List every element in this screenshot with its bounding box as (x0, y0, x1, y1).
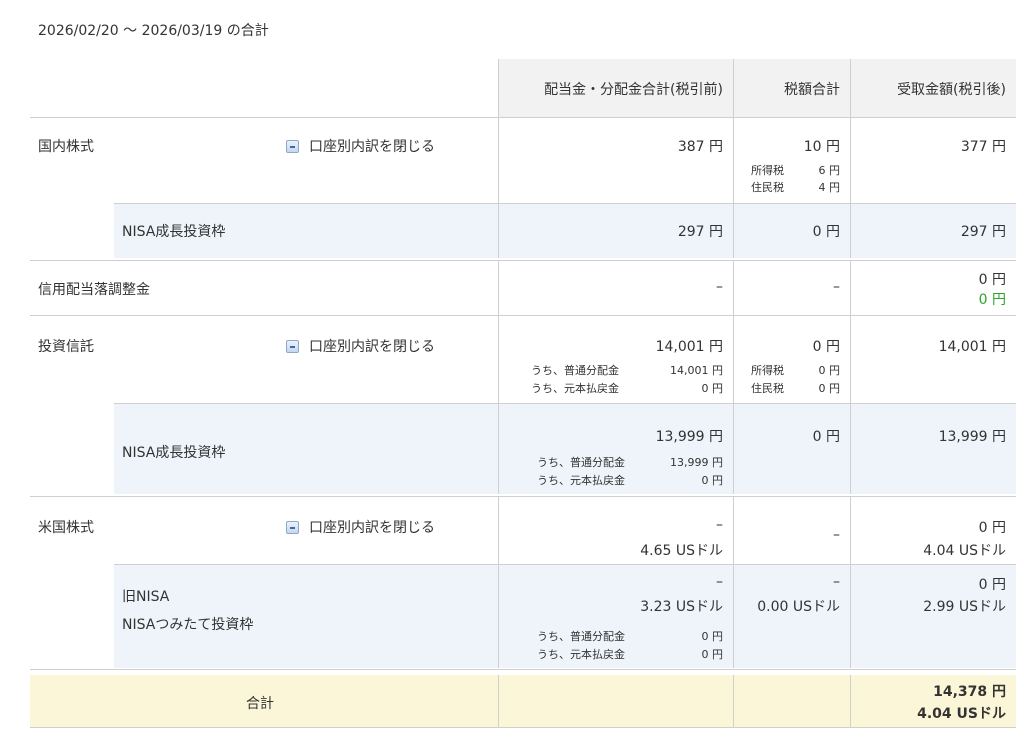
collapse-icon (286, 520, 299, 534)
fund-tax-income: 0 円 (818, 364, 841, 377)
us-tax: – (833, 527, 840, 543)
row-domestic-nisa: NISA成長投資枠 297 円 0 円 297 円 (30, 203, 1016, 258)
fund-ordinary-label: うち、普通分配金 (531, 364, 619, 377)
header-dividend-label: 配当金・分配金合計(税引前) (544, 82, 723, 98)
domestic-label: 国内株式 (38, 139, 94, 155)
domestic-tax-income: 6 円 (818, 164, 841, 177)
margin-tax: – (833, 279, 840, 295)
domestic-nisa-label: NISA成長投資枠 (122, 224, 226, 240)
domestic-tax-resident-label: 住民税 (751, 181, 784, 194)
domestic-tax-income-label: 所得税 (751, 164, 784, 177)
us-nisa-dividend: – (716, 574, 723, 590)
fund-tax-resident: 0 円 (818, 382, 841, 395)
header-tax-label: 税額合計 (784, 82, 840, 98)
total-received-usd: 4.04 USドル (917, 706, 1006, 722)
us-nisa-ordinary: 0 円 (701, 630, 724, 643)
fund-return: 0 円 (701, 382, 724, 395)
us-nisa-tax: – (833, 574, 840, 590)
us-received: 0 円 (978, 520, 1006, 536)
total-received: 14,378 円 (933, 684, 1006, 700)
divider (30, 669, 1016, 670)
fund-nisa-label: NISA成長投資枠 (122, 445, 226, 461)
us-nisa-return-label: うち、元本払戻金 (537, 648, 625, 661)
fund-return-label: うち、元本払戻金 (531, 382, 619, 395)
row-us-nisa: 旧NISA NISAつみたて投資枠 – 3.23 USドル うち、普通分配金 0… (30, 564, 1016, 668)
domestic-nisa-tax: 0 円 (812, 224, 840, 240)
margin-received: 0 円 (978, 272, 1006, 288)
us-received-usd: 4.04 USドル (923, 543, 1006, 559)
row-total: 合計 14,378 円 4.04 USドル (30, 675, 1016, 728)
row-us: 米国株式 口座別内訳を閉じる – 4.65 USドル – 0 円 4.04 US… (30, 497, 1016, 564)
us-nisa-return: 0 円 (701, 648, 724, 661)
header-received: 受取金額(税引後) (850, 59, 1016, 117)
header-dividend: 配当金・分配金合計(税引前) (498, 59, 733, 117)
toggle-label: 口座別内訳を閉じる (309, 139, 435, 155)
us-nisa-ordinary-label: うち、普通分配金 (537, 630, 625, 643)
row-fund-nisa: NISA成長投資枠 13,999 円 うち、普通分配金 13,999 円 うち、… (30, 403, 1016, 494)
fund-nisa-ordinary: 13,999 円 (670, 456, 723, 469)
fund-nisa-return-label: うち、元本払戻金 (537, 474, 625, 487)
us-toggle-button[interactable]: 口座別内訳を閉じる (286, 517, 435, 537)
header-received-label: 受取金額(税引後) (897, 82, 1006, 98)
fund-dividend: 14,001 円 (655, 339, 723, 355)
total-label: 合計 (246, 696, 274, 712)
fund-toggle-button[interactable]: 口座別内訳を閉じる (286, 336, 435, 356)
fund-nisa-tax: 0 円 (812, 429, 840, 445)
margin-received-green: 0 円 (978, 292, 1006, 308)
toggle-label: 口座別内訳を閉じる (309, 339, 435, 355)
fund-label: 投資信託 (38, 339, 94, 355)
row-domestic: 国内株式 口座別内訳を閉じる 387 円 10 円 所得税 6 円 住民税 4 … (30, 118, 1016, 203)
domestic-nisa-received: 297 円 (960, 224, 1006, 240)
toggle-label: 口座別内訳を閉じる (309, 520, 435, 536)
us-dividend: – (716, 517, 723, 533)
header-blank (30, 59, 498, 117)
domestic-tax: 10 円 (803, 139, 840, 155)
domestic-dividend: 387 円 (677, 139, 723, 155)
fund-nisa-return: 0 円 (701, 474, 724, 487)
us-nisa-tax-usd: 0.00 USドル (757, 599, 840, 615)
collapse-icon (286, 339, 299, 353)
us-dividend-usd: 4.65 USドル (640, 543, 723, 559)
fund-received: 14,001 円 (938, 339, 1006, 355)
domestic-toggle-button[interactable]: 口座別内訳を閉じる (286, 136, 435, 156)
margin-dividend: – (716, 279, 723, 295)
us-nisa-dividend-usd: 3.23 USドル (640, 599, 723, 615)
fund-nisa-received: 13,999 円 (938, 429, 1006, 445)
us-nisa-received-usd: 2.99 USドル (923, 599, 1006, 615)
fund-ordinary: 14,001 円 (670, 364, 723, 377)
us-nisa-received: 0 円 (978, 577, 1006, 593)
fund-tax: 0 円 (812, 339, 840, 355)
row-margin: 信用配当落調整金 – – 0 円 0 円 (30, 261, 1016, 315)
fund-nisa-dividend: 13,999 円 (655, 429, 723, 445)
fund-tax-income-label: 所得税 (751, 364, 784, 377)
table-header: 配当金・分配金合計(税引前) 税額合計 受取金額(税引後) (30, 59, 1016, 117)
fund-tax-resident-label: 住民税 (751, 382, 784, 395)
domestic-nisa-dividend: 297 円 (677, 224, 723, 240)
period-summary: 2026/02/20 〜 2026/03/19 の合計 (38, 23, 269, 39)
header-tax: 税額合計 (733, 59, 850, 117)
margin-label: 信用配当落調整金 (38, 282, 150, 298)
fund-nisa-ordinary-label: うち、普通分配金 (537, 456, 625, 469)
us-label: 米国株式 (38, 520, 94, 536)
domestic-received: 377 円 (960, 139, 1006, 155)
us-nisa-label-tsumitate: NISAつみたて投資枠 (122, 617, 254, 633)
row-fund: 投資信託 口座別内訳を閉じる 14,001 円 うち、普通分配金 14,001 … (30, 316, 1016, 403)
domestic-tax-resident: 4 円 (818, 181, 841, 194)
us-nisa-label-old: 旧NISA (122, 589, 170, 605)
collapse-icon (286, 139, 299, 153)
